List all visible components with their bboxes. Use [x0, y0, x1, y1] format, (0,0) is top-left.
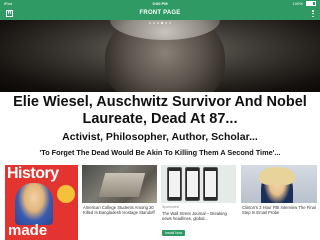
- story-caption: American College Students Among 20 Kille…: [83, 205, 155, 215]
- section-title: FRONT PAGE: [139, 10, 181, 16]
- carousel-dot[interactable]: [165, 22, 167, 24]
- phone-image-icon: [185, 167, 200, 201]
- hero-image[interactable]: [0, 20, 320, 92]
- battery-icon: [306, 0, 316, 6]
- sponsored-card-wsj[interactable]: Sponsored The Wall Street Journal – Brea…: [161, 165, 236, 240]
- magazine-bottom-word: made: [8, 222, 48, 239]
- carousel-dots[interactable]: [0, 22, 320, 24]
- clock: 9:00 PM: [152, 1, 168, 6]
- status-bar: iPad 9:00 PM 100%: [0, 0, 320, 7]
- battery-indicator: 100%: [293, 0, 316, 7]
- magazine-card[interactable]: History made: [5, 165, 78, 240]
- top-nav-bar: H FRONT PAGE: [0, 7, 320, 20]
- headline-line-2: Laureate, Dead At 87...: [82, 111, 238, 127]
- story-card-clinton[interactable]: Clinton's 3 Hour FBI Interview The Final…: [241, 165, 317, 240]
- carousel-dot[interactable]: [169, 22, 171, 24]
- phone-image-icon: [167, 167, 182, 201]
- story-caption: Clinton's 3 Hour FBI Interview The Final…: [242, 205, 316, 215]
- ad-caption: The Wall Street Journal – Breaking news …: [162, 211, 227, 221]
- more-menu-icon[interactable]: [311, 10, 315, 17]
- article-headline[interactable]: Elie Wiesel, Auschwitz Survivor And Nobe…: [0, 94, 320, 128]
- headline-line-1: Elie Wiesel, Auschwitz Survivor And Nobe…: [13, 94, 307, 110]
- magazine-badge-icon: [57, 185, 75, 203]
- carousel-dot[interactable]: [153, 22, 155, 24]
- article-quote: 'To Forget The Dead Would Be Akin To Kil…: [39, 148, 281, 157]
- carousel-dot[interactable]: [157, 22, 159, 24]
- article-subhead: Activist, Philosopher, Author, Scholar..…: [62, 131, 258, 143]
- battery-percent: 100%: [292, 1, 303, 6]
- story-thumbnail: [241, 165, 317, 203]
- phone-image-icon: [203, 167, 218, 201]
- story-thumbnail: [82, 165, 157, 203]
- install-now-button[interactable]: Install Now: [162, 230, 186, 236]
- magazine-title: History: [7, 165, 59, 182]
- story-portrait-hair: [259, 167, 295, 185]
- story-card-bangladesh[interactable]: American College Students Among 20 Kille…: [82, 165, 157, 240]
- carousel-dot[interactable]: [161, 22, 163, 24]
- magazine-cover-image: [15, 183, 53, 225]
- ad-thumbnail: [161, 165, 236, 203]
- story-cards-row: History made American College Students A…: [5, 165, 317, 240]
- carousel-dot[interactable]: [149, 22, 151, 24]
